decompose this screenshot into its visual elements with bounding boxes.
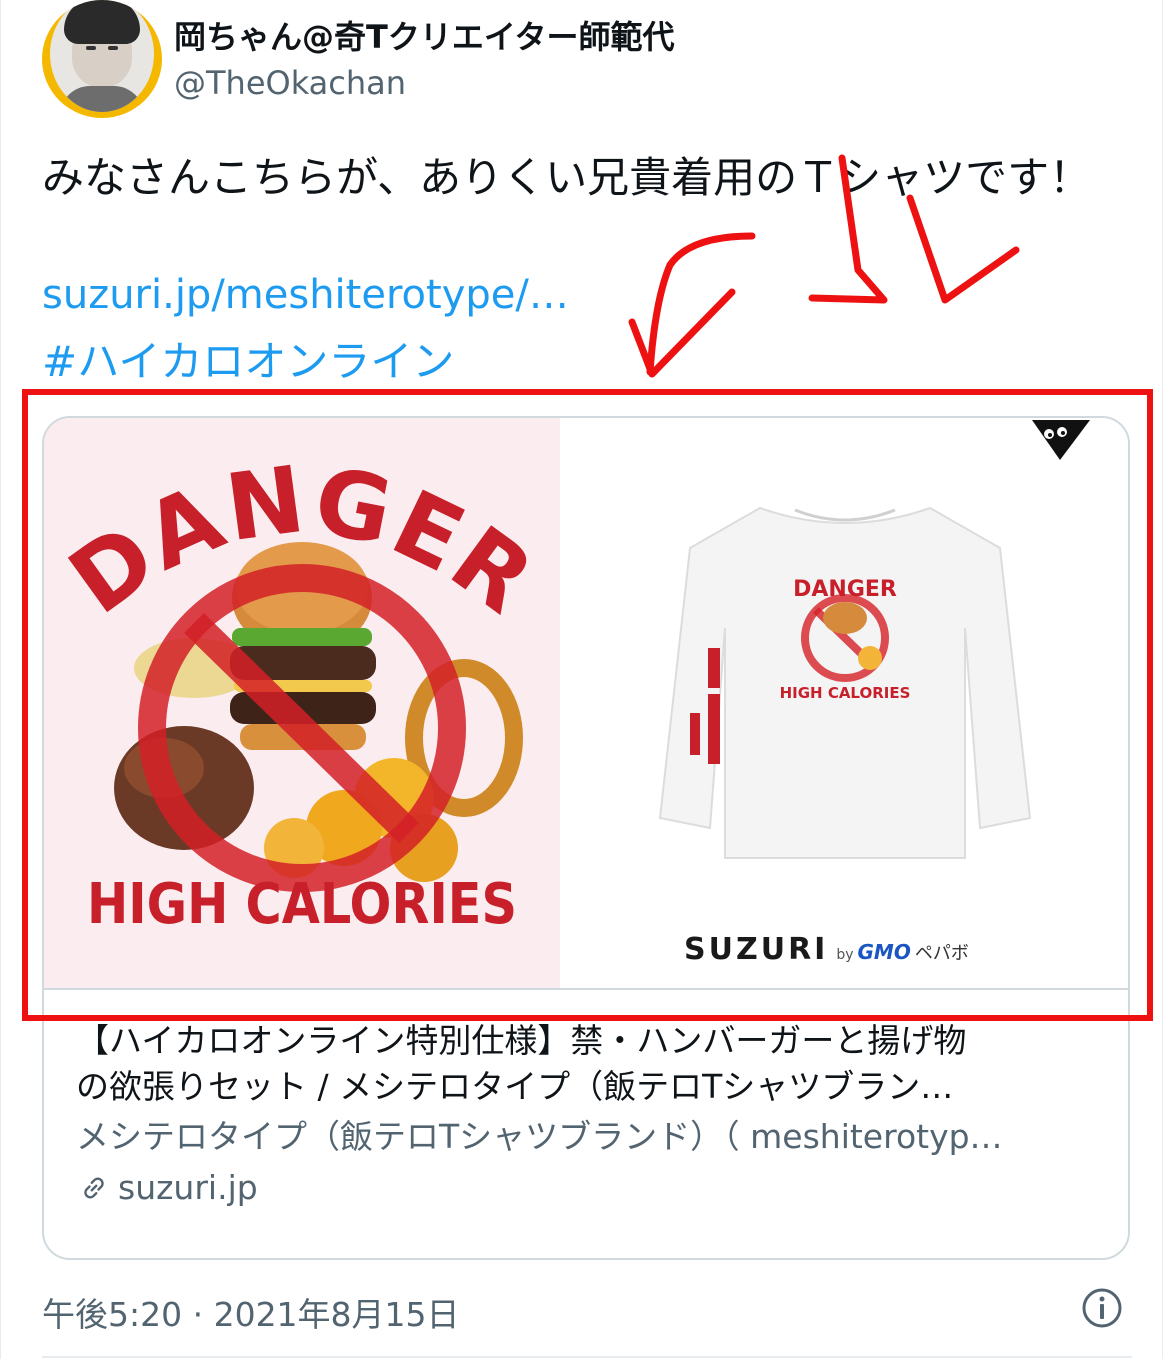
avatar[interactable] xyxy=(42,0,162,118)
info-icon[interactable] xyxy=(1080,1286,1124,1330)
link-icon xyxy=(84,1177,104,1199)
card-domain: suzuri.jp xyxy=(76,1164,1096,1212)
card-title: 【ハイカロオンライン特別仕様】禁・ハンバーガーと揚げ物 の欲張りセット / メシ… xyxy=(76,1018,1096,1110)
author-handle[interactable]: @TheOkachan xyxy=(174,64,406,102)
avatar-photo xyxy=(50,0,154,112)
card-meta: 【ハイカロオンライン特別仕様】禁・ハンバーガーと揚げ物 の欲張りセット / メシ… xyxy=(76,1018,1096,1212)
card-description: メシテロタイプ（飯テロTシャツブランド）（ meshiterotyp… xyxy=(76,1117,1003,1156)
annotation-rectangle xyxy=(22,389,1153,1021)
card-domain-text: suzuri.jp xyxy=(118,1168,258,1207)
author-display-name[interactable]: 岡ちゃん@奇Tクリエイター師範代 xyxy=(174,12,675,58)
card-title-line2: の欲張りセット / メシテロタイプ（飯テロTシャツブラン… xyxy=(76,1067,954,1106)
card-title-line1: 【ハイカロオンライン特別仕様】禁・ハンバーガーと揚げ物 xyxy=(76,1021,967,1060)
tweet-text: みなさんこちらが、ありくい兄貴着用のＴシャツです！ xyxy=(42,153,1092,202)
tweet-link[interactable]: suzuri.jp/meshiterotype/… xyxy=(42,272,569,318)
tweet-hashtag[interactable]: #ハイカロオンライン xyxy=(42,328,454,389)
tweet-timestamp[interactable]: 午後5:20 · 2021年8月15日 xyxy=(42,1288,460,1336)
bottom-divider xyxy=(42,1356,1132,1358)
